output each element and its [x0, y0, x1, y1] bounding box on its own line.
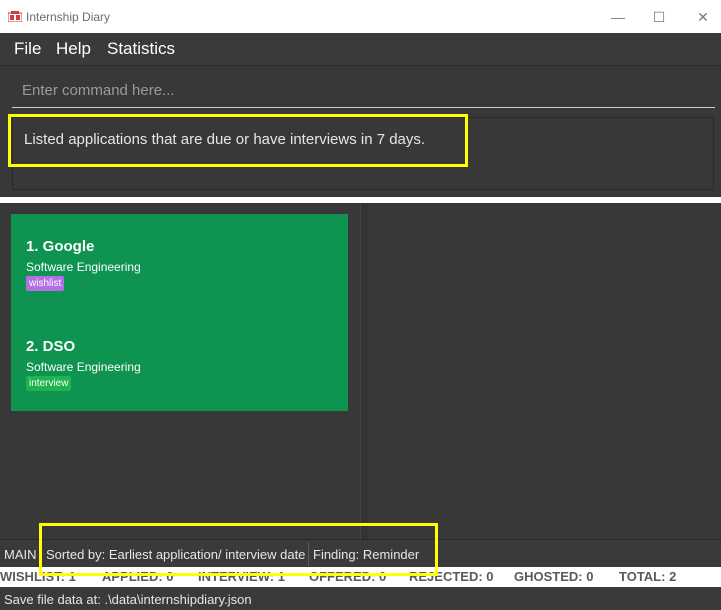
- application-detail-panel: [368, 203, 721, 539]
- menu-statistics[interactable]: Statistics: [107, 39, 175, 59]
- menu-help[interactable]: Help: [56, 39, 91, 59]
- application-list: 1. Google Software Engineering wishlist …: [11, 214, 348, 411]
- application-role: Software Engineering: [26, 260, 141, 274]
- menu-bar: File Help Statistics: [0, 33, 721, 66]
- annotation-highlight-result: [8, 114, 468, 167]
- status-badge: wishlist: [26, 276, 65, 291]
- application-role: Software Engineering: [26, 360, 141, 374]
- window-title: Internship Diary: [26, 10, 111, 24]
- panel-splitter[interactable]: [360, 203, 368, 539]
- stat-total: TOTAL: 2: [619, 569, 677, 584]
- stat-ghosted: GHOSTED: 0: [514, 569, 594, 584]
- save-location: Save file data at: .\data\internshipdiar…: [4, 592, 252, 607]
- annotation-highlight-status: [39, 523, 438, 576]
- title-bar: Internship Diary — ☐ ✕: [0, 0, 721, 33]
- application-title: 2. DSO: [26, 338, 76, 355]
- close-button[interactable]: ✕: [692, 6, 714, 28]
- status-badge: interview: [26, 376, 72, 391]
- app-logo-icon: [8, 11, 22, 22]
- minimize-button[interactable]: —: [607, 6, 629, 28]
- command-input[interactable]: [12, 74, 715, 108]
- application-title: 1. Google: [26, 238, 95, 255]
- menu-file[interactable]: File: [14, 39, 41, 59]
- footer-bar: Save file data at: .\data\internshipdiar…: [0, 587, 721, 610]
- view-indicator: MAIN: [4, 547, 37, 562]
- command-box: [0, 66, 721, 112]
- maximize-button[interactable]: ☐: [648, 6, 670, 28]
